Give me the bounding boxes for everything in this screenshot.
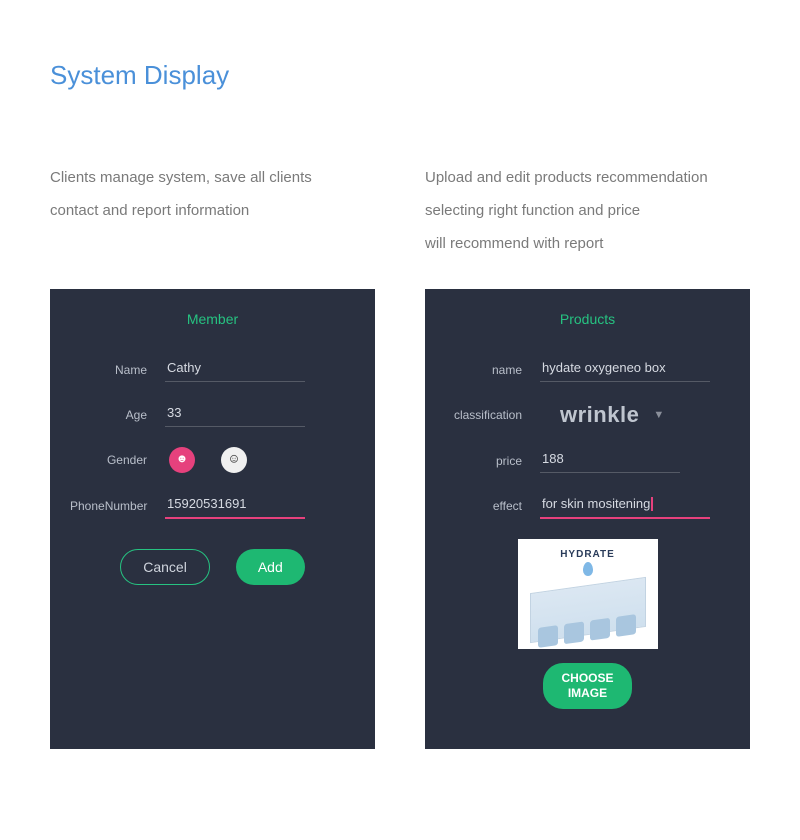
effect-label: effect bbox=[445, 499, 540, 513]
products-panel-title: Products bbox=[445, 311, 730, 327]
member-desc-line1: Clients manage system, save all clients bbox=[50, 161, 375, 194]
classification-label: classification bbox=[445, 408, 540, 422]
page-title: System Display bbox=[50, 60, 750, 91]
add-button[interactable]: Add bbox=[236, 549, 305, 585]
products-panel: Products name classification wrinkle ▼ bbox=[425, 289, 750, 749]
name-input[interactable] bbox=[165, 357, 305, 382]
choose-image-label-1: CHOOSE bbox=[561, 671, 613, 685]
product-image-brand: HYDRATE bbox=[560, 549, 615, 560]
text-caret-icon bbox=[651, 497, 653, 511]
name-label: Name bbox=[70, 363, 165, 377]
age-label: Age bbox=[70, 408, 165, 422]
gender-label: Gender bbox=[70, 453, 165, 467]
phone-label: PhoneNumber bbox=[70, 499, 165, 513]
water-drop-icon bbox=[583, 562, 593, 576]
age-input[interactable] bbox=[165, 402, 305, 427]
gender-female-option[interactable] bbox=[169, 447, 195, 473]
product-image-preview: HYDRATE bbox=[518, 539, 658, 649]
effect-input[interactable]: for skin mositening bbox=[540, 493, 710, 519]
choose-image-button[interactable]: CHOOSE IMAGE bbox=[543, 663, 631, 709]
member-panel: Member Name Age Gender bbox=[50, 289, 375, 749]
member-desc-line2: contact and report information bbox=[50, 194, 375, 227]
products-desc-line2: selecting right function and price bbox=[425, 194, 750, 227]
member-panel-title: Member bbox=[70, 311, 355, 327]
classification-dropdown[interactable]: wrinkle ▼ bbox=[540, 402, 730, 428]
products-description: Upload and edit products recommendation … bbox=[425, 161, 750, 271]
price-input[interactable] bbox=[540, 448, 680, 473]
products-desc-line1: Upload and edit products recommendation bbox=[425, 161, 750, 194]
product-name-input[interactable] bbox=[540, 357, 710, 382]
price-label: price bbox=[445, 454, 540, 468]
choose-image-label-2: IMAGE bbox=[568, 686, 607, 700]
member-description: Clients manage system, save all clients … bbox=[50, 161, 375, 271]
cancel-button[interactable]: Cancel bbox=[120, 549, 210, 585]
classification-value: wrinkle bbox=[540, 402, 639, 428]
gender-male-option[interactable] bbox=[221, 447, 247, 473]
chevron-down-icon: ▼ bbox=[653, 409, 664, 421]
product-name-label: name bbox=[445, 363, 540, 377]
effect-value: for skin mositening bbox=[542, 496, 650, 511]
products-desc-line3: will recommend with report bbox=[425, 227, 750, 260]
female-face-icon bbox=[175, 453, 189, 467]
phone-input[interactable] bbox=[165, 493, 305, 519]
male-face-icon bbox=[227, 453, 241, 467]
